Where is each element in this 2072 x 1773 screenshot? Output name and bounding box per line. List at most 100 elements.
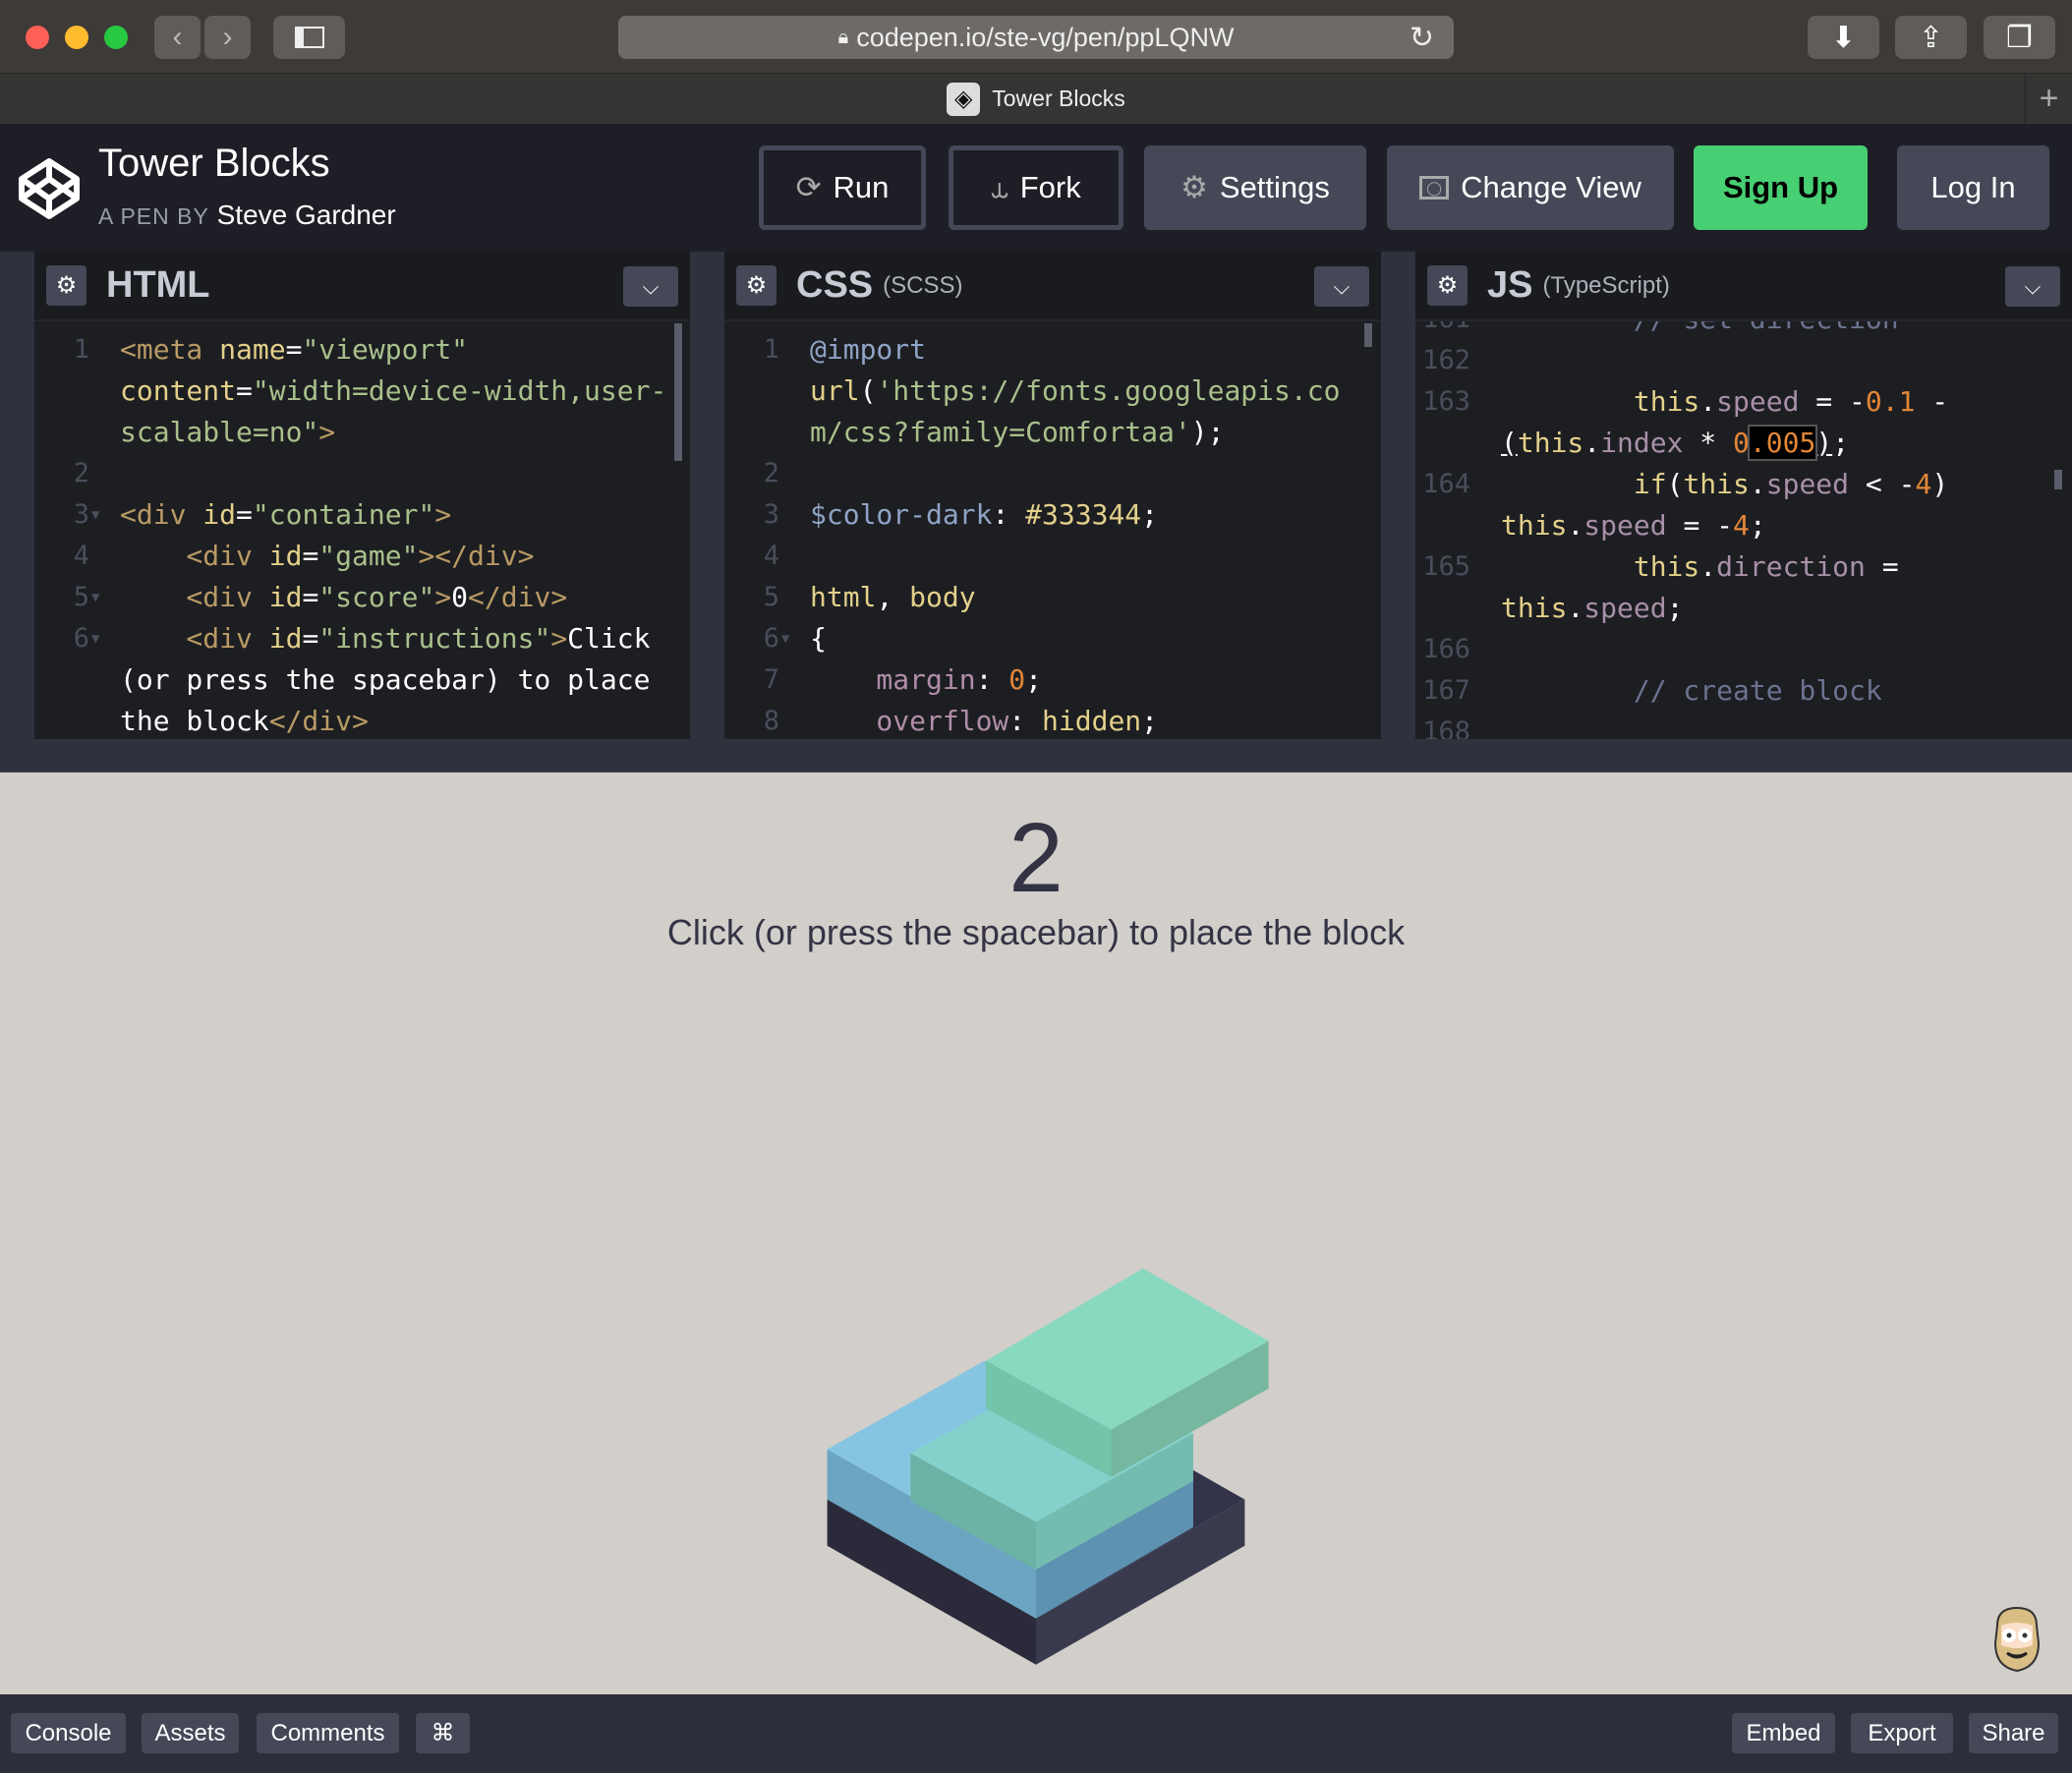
code-line[interactable]: 4 <div id="game"></div> — [34, 536, 690, 577]
code-line[interactable]: 5 ▼ <div id="score">0</div> — [34, 577, 690, 618]
code-token: > — [550, 622, 568, 655]
fork-button[interactable]: ⥿ Fork — [949, 145, 1123, 230]
code-token: = — [302, 622, 319, 655]
tabs-icon[interactable]: ❐ — [1984, 16, 2055, 59]
code-line[interactable]: 166 — [1415, 629, 2072, 670]
code-line[interactable]: content="width=device-width,user- — [34, 371, 690, 412]
fold-arrow-icon[interactable]: ▼ — [781, 618, 789, 659]
address-bar[interactable]: 🔒︎ codepen.io/ste-vg/pen/ppLQNW ↻ — [618, 16, 1454, 59]
css-scrollbar[interactable] — [1364, 323, 1372, 347]
code-line[interactable]: 6 ▼ <div id="instructions">Click — [34, 618, 690, 659]
share-icon[interactable]: ⇪ — [1895, 16, 1967, 59]
code-token: > — [434, 581, 452, 613]
tab-title: Tower Blocks — [992, 86, 1125, 111]
fold-arrow-icon[interactable]: ▼ — [91, 494, 99, 536]
code-line[interactable]: 168 — [1415, 712, 2072, 739]
html-settings-gear-icon[interactable]: ⚙ — [46, 265, 86, 306]
js-settings-gear-icon[interactable]: ⚙ — [1427, 265, 1468, 306]
reload-icon[interactable]: ↻ — [1410, 21, 1434, 55]
code-token: "score" — [318, 581, 435, 613]
code-token: the block — [120, 705, 269, 737]
code-line[interactable]: 5 html, body — [724, 577, 1381, 618]
code-line[interactable]: 163 this.speed = -0.1 - — [1415, 381, 2072, 423]
css-editor[interactable]: ⚙ CSS (SCSS) ⌵ 1 @import url('https://fonts.g… — [724, 252, 1381, 739]
assets-button[interactable]: Assets — [142, 1713, 239, 1753]
change-view-button[interactable]: ◯ Change View — [1387, 145, 1674, 230]
code-token: . — [1583, 427, 1601, 459]
sidebar-icon[interactable] — [273, 16, 345, 59]
fold-arrow-icon[interactable]: ▼ — [91, 577, 99, 618]
code-line[interactable]: this.speed = -4; — [1415, 505, 2072, 546]
new-tab-icon[interactable]: + — [2025, 74, 2072, 124]
css-settings-gear-icon[interactable]: ⚙ — [736, 265, 777, 306]
code-token: , — [876, 581, 910, 613]
code-line[interactable]: 165 this.direction = — [1415, 546, 2072, 588]
js-editor[interactable]: 161 // set direction162163 this.speed = … — [1415, 252, 2072, 739]
code-token: > — [318, 416, 336, 448]
code-line[interactable]: 2 — [724, 453, 1381, 494]
code-line[interactable]: 1 @import — [724, 329, 1381, 371]
pen-title: Tower Blocks — [98, 142, 330, 185]
code-line[interactable]: 164 if(this.speed < -4) — [1415, 464, 2072, 505]
code-line[interactable]: (or press the spacebar) to place — [34, 659, 690, 701]
line-number: 165 — [1422, 551, 1470, 582]
run-button[interactable]: ⟳ Run — [759, 145, 926, 230]
sign-up-button[interactable]: Sign Up — [1694, 145, 1868, 230]
export-button[interactable]: Export — [1851, 1713, 1953, 1753]
embed-button[interactable]: Embed — [1732, 1713, 1835, 1753]
code-line[interactable]: 3 ▼ <div id="container"> — [34, 494, 690, 536]
code-token: speed — [1583, 592, 1667, 624]
code-token: . — [1699, 550, 1717, 583]
code-token: = — [1865, 550, 1899, 583]
share-button[interactable]: Share — [1969, 1713, 2058, 1753]
code-line[interactable]: url('https://fonts.googleapis.co — [724, 371, 1381, 412]
fold-arrow-icon[interactable]: ▼ — [91, 618, 99, 659]
maximize-window-button[interactable] — [104, 26, 128, 49]
html-editor[interactable]: ⚙ HTML ⌵ 1 <meta name="viewport" content="wi… — [34, 252, 690, 739]
forward-icon[interactable]: › — [204, 16, 251, 59]
gear-icon: ⚙ — [1180, 170, 1208, 204]
codepen-logo-icon[interactable] — [18, 157, 81, 220]
code-line[interactable]: 3 $color-dark: #333344; — [724, 494, 1381, 536]
resize-handle[interactable] — [0, 739, 2072, 772]
code-line[interactable]: 6 ▼ { — [724, 618, 1381, 659]
log-in-button[interactable]: Log In — [1897, 145, 2049, 230]
comments-button[interactable]: Comments — [257, 1713, 399, 1753]
close-window-button[interactable] — [26, 26, 49, 49]
code-line[interactable]: 167 // create block — [1415, 670, 2072, 712]
code-token: <div — [120, 581, 269, 613]
code-line[interactable]: scalable=no"> — [34, 412, 690, 453]
html-scrollbar[interactable] — [674, 323, 682, 461]
avatar[interactable] — [1989, 1604, 2044, 1675]
code-line[interactable]: (this.index * 0.005); — [1415, 423, 2072, 464]
code-line[interactable]: 162 — [1415, 340, 2072, 381]
code-token: id — [268, 622, 303, 655]
code-token: this — [1683, 468, 1750, 500]
code-token: <div — [120, 498, 203, 531]
minimize-window-button[interactable] — [65, 26, 88, 49]
settings-button[interactable]: ⚙ Settings — [1144, 145, 1366, 230]
code-token: ); — [1190, 416, 1225, 448]
chevron-down-icon[interactable]: ⌵ — [1314, 266, 1369, 307]
code-line[interactable]: this.speed; — [1415, 588, 2072, 629]
js-scrollbar[interactable] — [2054, 470, 2062, 489]
chevron-down-icon[interactable]: ⌵ — [2005, 266, 2060, 307]
keyboard-shortcuts-button[interactable]: ⌘ — [416, 1713, 470, 1753]
line-number: 162 — [1422, 345, 1470, 375]
code-line[interactable]: 8 overflow: hidden; — [724, 701, 1381, 739]
code-token: 4 — [1915, 468, 1932, 500]
code-line[interactable]: 2 — [34, 453, 690, 494]
code-line[interactable]: m/css?family=Comfortaa'); — [724, 412, 1381, 453]
back-icon[interactable]: ‹ — [154, 16, 201, 59]
tab-active[interactable]: ◈ Tower Blocks + — [0, 74, 2072, 124]
code-line[interactable]: 1 <meta name="viewport" — [34, 329, 690, 371]
author-link[interactable]: Steve Gardner — [217, 200, 396, 230]
code-token: <div — [120, 540, 269, 572]
code-token: ; — [1832, 427, 1850, 459]
code-line[interactable]: 7 margin: 0; — [724, 659, 1381, 701]
code-line[interactable]: 4 — [724, 536, 1381, 577]
console-button[interactable]: Console — [11, 1713, 126, 1753]
chevron-down-icon[interactable]: ⌵ — [623, 266, 678, 307]
download-icon[interactable]: ⬇ — [1808, 16, 1879, 59]
code-line[interactable]: the block</div> — [34, 701, 690, 739]
